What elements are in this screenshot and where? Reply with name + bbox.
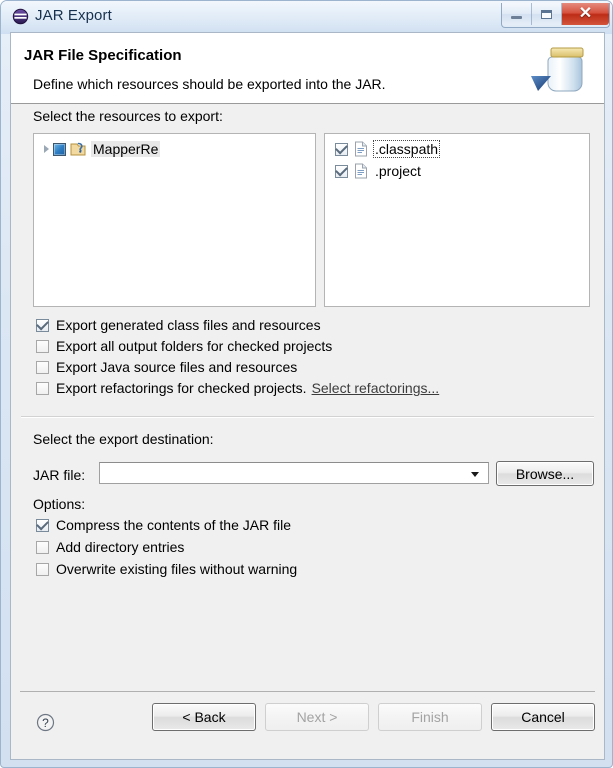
option-add-directory-entries[interactable]: Add directory entries [36, 539, 184, 555]
tree-checkbox-MapperRe[interactable] [53, 142, 66, 156]
option-label: Export generated class files and resourc… [56, 317, 321, 333]
window-controls: ✕ [501, 3, 610, 28]
finish-button-label: Finish [411, 709, 449, 725]
close-icon: ✕ [578, 5, 593, 22]
expand-arrow-icon[interactable] [39, 142, 53, 156]
minimize-button[interactable] [502, 3, 532, 25]
maximize-icon [541, 9, 552, 19]
finish-button: Finish [378, 703, 482, 731]
jar-file-input[interactable] [103, 465, 477, 483]
checkbox-export-all-output-folders[interactable] [36, 339, 49, 353]
eclipse-icon [12, 8, 29, 25]
svg-text:?: ? [42, 716, 49, 730]
option-label: Export Java source files and resources [56, 359, 298, 375]
resources-label: Select the resources to export: [33, 108, 223, 124]
minimize-icon [511, 15, 522, 19]
resource-file-list-panel[interactable]: .classpath .project [324, 133, 590, 307]
footer-divider [20, 691, 595, 692]
options-label: Options: [33, 496, 86, 512]
page-subtitle: Define which resources should be exporte… [33, 76, 386, 92]
wizard-banner: JAR File Specification Define which reso… [11, 33, 604, 104]
jar-export-dialog-window: JAR Export ✕ JAR File Specification Defi… [0, 0, 613, 768]
project-tree-panel[interactable]: MapperRe [33, 133, 316, 307]
file-icon [354, 163, 368, 179]
page-title: JAR File Specification [24, 47, 182, 64]
checkbox-export-java-source-files[interactable] [36, 360, 49, 374]
checkbox-add-directory-entries[interactable] [36, 540, 49, 554]
checkbox-export-refactorings[interactable] [36, 381, 49, 395]
maximize-button[interactable] [532, 3, 562, 25]
file-icon [354, 141, 368, 157]
java-project-icon [70, 141, 86, 157]
option-compress-contents[interactable]: Compress the contents of the JAR file [36, 517, 291, 533]
back-button-label: < Back [182, 709, 226, 725]
cancel-button-label: Cancel [521, 709, 565, 725]
jar-export-icon [526, 39, 588, 97]
checkbox-overwrite-existing-files[interactable] [36, 562, 49, 576]
file-checkbox-project[interactable] [335, 163, 348, 178]
section-divider [21, 416, 594, 418]
option-label: Overwrite existing files without warning [56, 561, 298, 577]
chevron-down-icon[interactable] [471, 472, 479, 477]
wizard-body: Select the resources to export: MapperRe… [11, 105, 604, 688]
title-bar: JAR Export ✕ [1, 1, 612, 32]
option-overwrite-existing-files[interactable]: Overwrite existing files without warning [36, 561, 297, 577]
file-checkbox-classpath[interactable] [335, 141, 348, 156]
checkbox-compress-contents[interactable] [36, 517, 49, 532]
checkbox-export-generated-class-files[interactable] [36, 317, 49, 332]
browse-button-label: Browse... [515, 465, 575, 482]
file-list-item-classpath[interactable]: .classpath [325, 138, 589, 160]
window-title: JAR Export [35, 7, 112, 24]
option-label: Export refactorings for checked projects… [56, 380, 307, 396]
cancel-button[interactable]: Cancel [491, 703, 595, 731]
option-export-all-output-folders[interactable]: Export all output folders for checked pr… [36, 338, 332, 354]
jar-file-combo[interactable] [99, 462, 489, 484]
option-export-refactorings[interactable]: Export refactorings for checked projects… [36, 380, 439, 396]
help-icon[interactable]: ? [36, 713, 55, 732]
jar-file-label: JAR file: [33, 467, 86, 483]
option-label: Compress the contents of the JAR file [56, 517, 291, 533]
dialog-footer: ? < Back Next > Finish Cancel [11, 689, 604, 759]
file-list-item-label: .project [375, 163, 421, 179]
tree-item-MapperRe[interactable]: MapperRe [34, 138, 315, 160]
select-refactorings-link[interactable]: Select refactorings... [312, 380, 440, 396]
option-label: Add directory entries [56, 539, 185, 555]
file-list-item-label: .classpath [373, 140, 441, 158]
browse-button[interactable]: Browse... [496, 461, 594, 486]
destination-label: Select the export destination: [33, 431, 214, 447]
back-button[interactable]: < Back [152, 703, 256, 731]
next-button: Next > [265, 703, 369, 731]
dialog-client-area: JAR File Specification Define which reso… [10, 32, 605, 760]
option-export-generated-class-files[interactable]: Export generated class files and resourc… [36, 317, 321, 333]
file-list-item-project[interactable]: .project [325, 160, 589, 182]
tree-item-label: MapperRe [91, 141, 161, 157]
close-button[interactable]: ✕ [562, 3, 609, 25]
option-label: Export all output folders for checked pr… [56, 338, 333, 354]
next-button-label: Next > [296, 709, 338, 725]
option-export-java-source-files[interactable]: Export Java source files and resources [36, 359, 297, 375]
